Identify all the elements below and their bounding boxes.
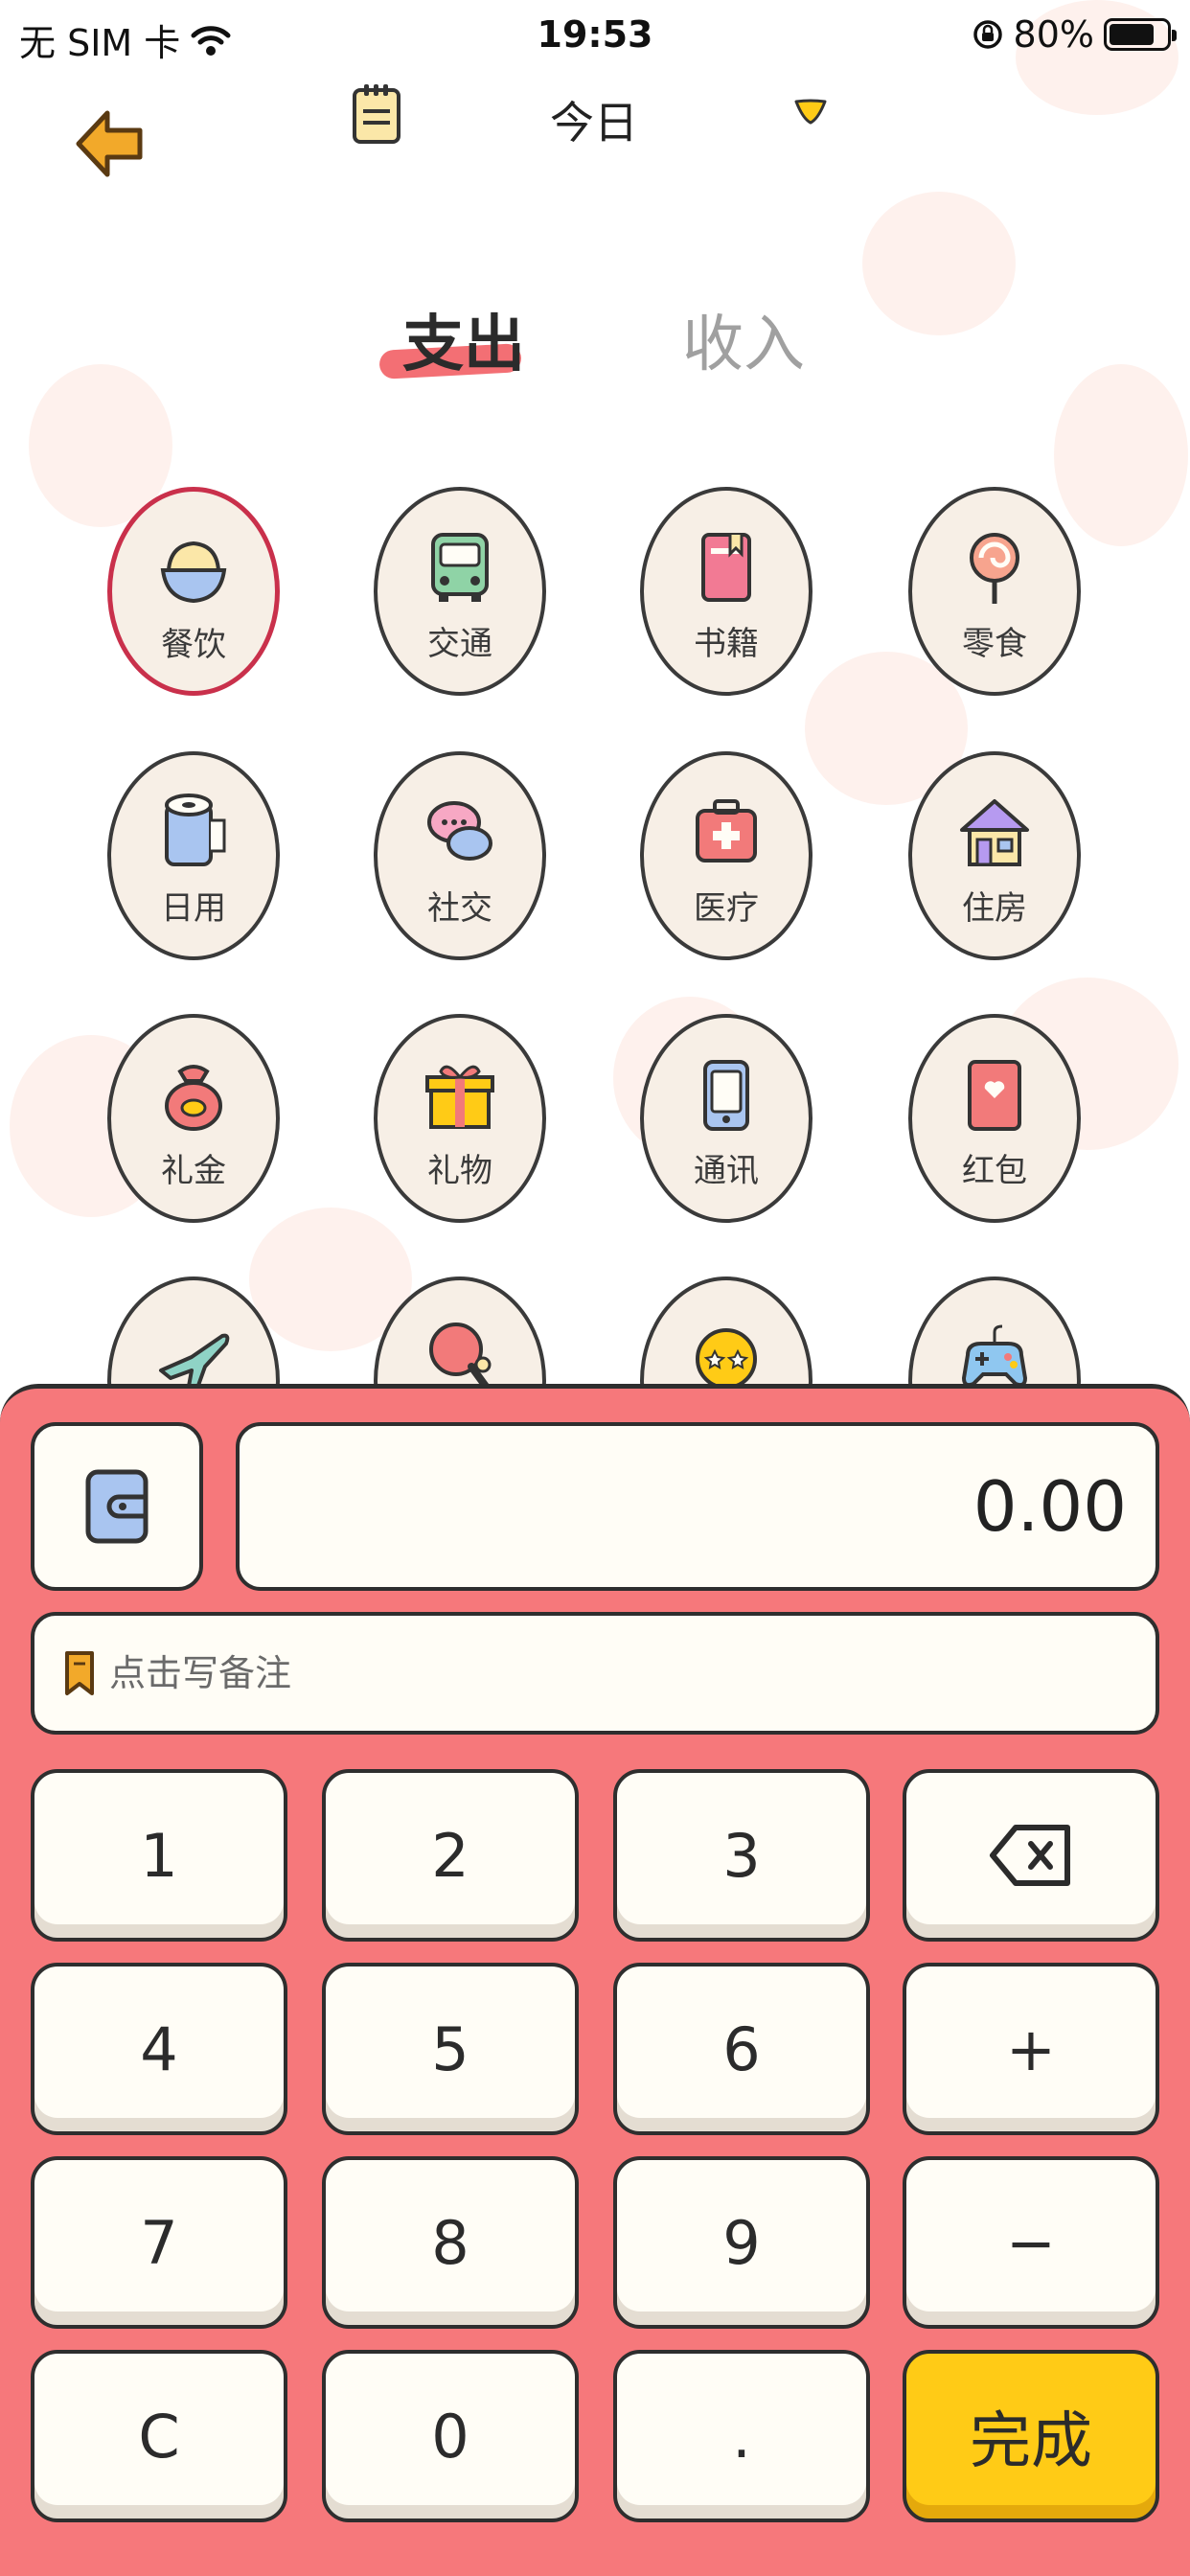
category-label: 住房 (962, 889, 1027, 928)
category-label: 日用 (161, 889, 226, 928)
category-label: 餐饮 (161, 626, 226, 664)
date-selector-label[interactable]: 今日 (537, 88, 652, 151)
chevron-down-icon[interactable] (793, 98, 828, 126)
category-item[interactable]: 零食 (908, 487, 1081, 696)
key-1[interactable]: 1 (31, 1769, 287, 1942)
category-label: 医疗 (694, 889, 759, 928)
key-plus[interactable]: + (903, 1963, 1159, 2135)
key-7[interactable]: 7 (31, 2156, 287, 2329)
note-input[interactable] (109, 1652, 1115, 1694)
back-arrow-icon (76, 110, 143, 177)
tab-expense[interactable]: 支出 (402, 295, 525, 383)
category-item[interactable]: 社交 (374, 751, 546, 960)
backspace-button[interactable] (903, 1769, 1159, 1942)
category-label: 书籍 (694, 625, 759, 663)
gift-icon (425, 1065, 494, 1129)
category-item[interactable]: 医疗 (640, 751, 812, 960)
category-label: 交通 (427, 625, 492, 663)
category-item[interactable]: 礼物 (374, 1014, 546, 1223)
key-2[interactable]: 2 (322, 1769, 579, 1942)
status-bar: 无 SIM 卡 19:53 80% (0, 0, 1190, 73)
category-item[interactable]: 交通 (374, 487, 546, 696)
lollipop-icon (970, 533, 1019, 604)
category-label: 礼物 (427, 1152, 492, 1190)
chat-bubbles-icon (427, 801, 492, 861)
key-6[interactable]: 6 (613, 1963, 870, 2135)
key-clear[interactable]: C (31, 2350, 287, 2522)
key-5[interactable]: 5 (322, 1963, 579, 2135)
category-label: 通讯 (694, 1152, 759, 1190)
tab-income[interactable]: 收入 (682, 295, 805, 383)
key-3[interactable]: 3 (613, 1769, 870, 1942)
category-item[interactable]: 日用 (107, 751, 280, 960)
category-item[interactable]: 餐饮 (107, 487, 280, 696)
category-item[interactable]: 通讯 (640, 1014, 812, 1223)
book-icon (701, 533, 751, 602)
amount-display: 0.00 (236, 1422, 1159, 1591)
key-8[interactable]: 8 (322, 2156, 579, 2329)
done-button[interactable]: 完成 (903, 2350, 1159, 2522)
key-dot[interactable]: . (613, 2350, 870, 2522)
category-label: 零食 (962, 625, 1027, 663)
phone-icon (703, 1060, 749, 1131)
wallet-icon (85, 1469, 149, 1544)
rice-bowl-icon (160, 540, 227, 604)
status-right: 80% (972, 13, 1177, 56)
house-icon (960, 799, 1029, 866)
category-label: 社交 (427, 889, 492, 928)
battery-level (1110, 24, 1155, 45)
category-label: 红包 (962, 1152, 1027, 1190)
key-4[interactable]: 4 (31, 1963, 287, 2135)
category-item[interactable]: 住房 (908, 751, 1081, 960)
battery-percent: 80% (1013, 13, 1094, 56)
note-field[interactable] (31, 1612, 1159, 1735)
bookmark-icon (65, 1651, 94, 1695)
notebook-icon[interactable] (351, 82, 402, 146)
key-0[interactable]: 0 (322, 2350, 579, 2522)
key-9[interactable]: 9 (613, 2156, 870, 2329)
back-button[interactable] (69, 104, 149, 184)
red-envelope-icon (968, 1060, 1021, 1131)
account-wallet-button[interactable] (31, 1422, 203, 1591)
category-item[interactable]: 书籍 (640, 487, 812, 696)
toilet-paper-icon (165, 794, 226, 866)
money-bag-icon (165, 1065, 222, 1131)
bus-icon (431, 533, 489, 602)
category-item[interactable]: 红包 (908, 1014, 1081, 1223)
key-minus[interactable]: − (903, 2156, 1159, 2329)
category-item[interactable]: 礼金 (107, 1014, 280, 1223)
rotation-lock-icon (973, 20, 1002, 49)
medical-kit-icon (696, 799, 757, 862)
backspace-icon (990, 1825, 1070, 1886)
category-label: 礼金 (161, 1152, 226, 1190)
battery-icon (1104, 18, 1177, 51)
